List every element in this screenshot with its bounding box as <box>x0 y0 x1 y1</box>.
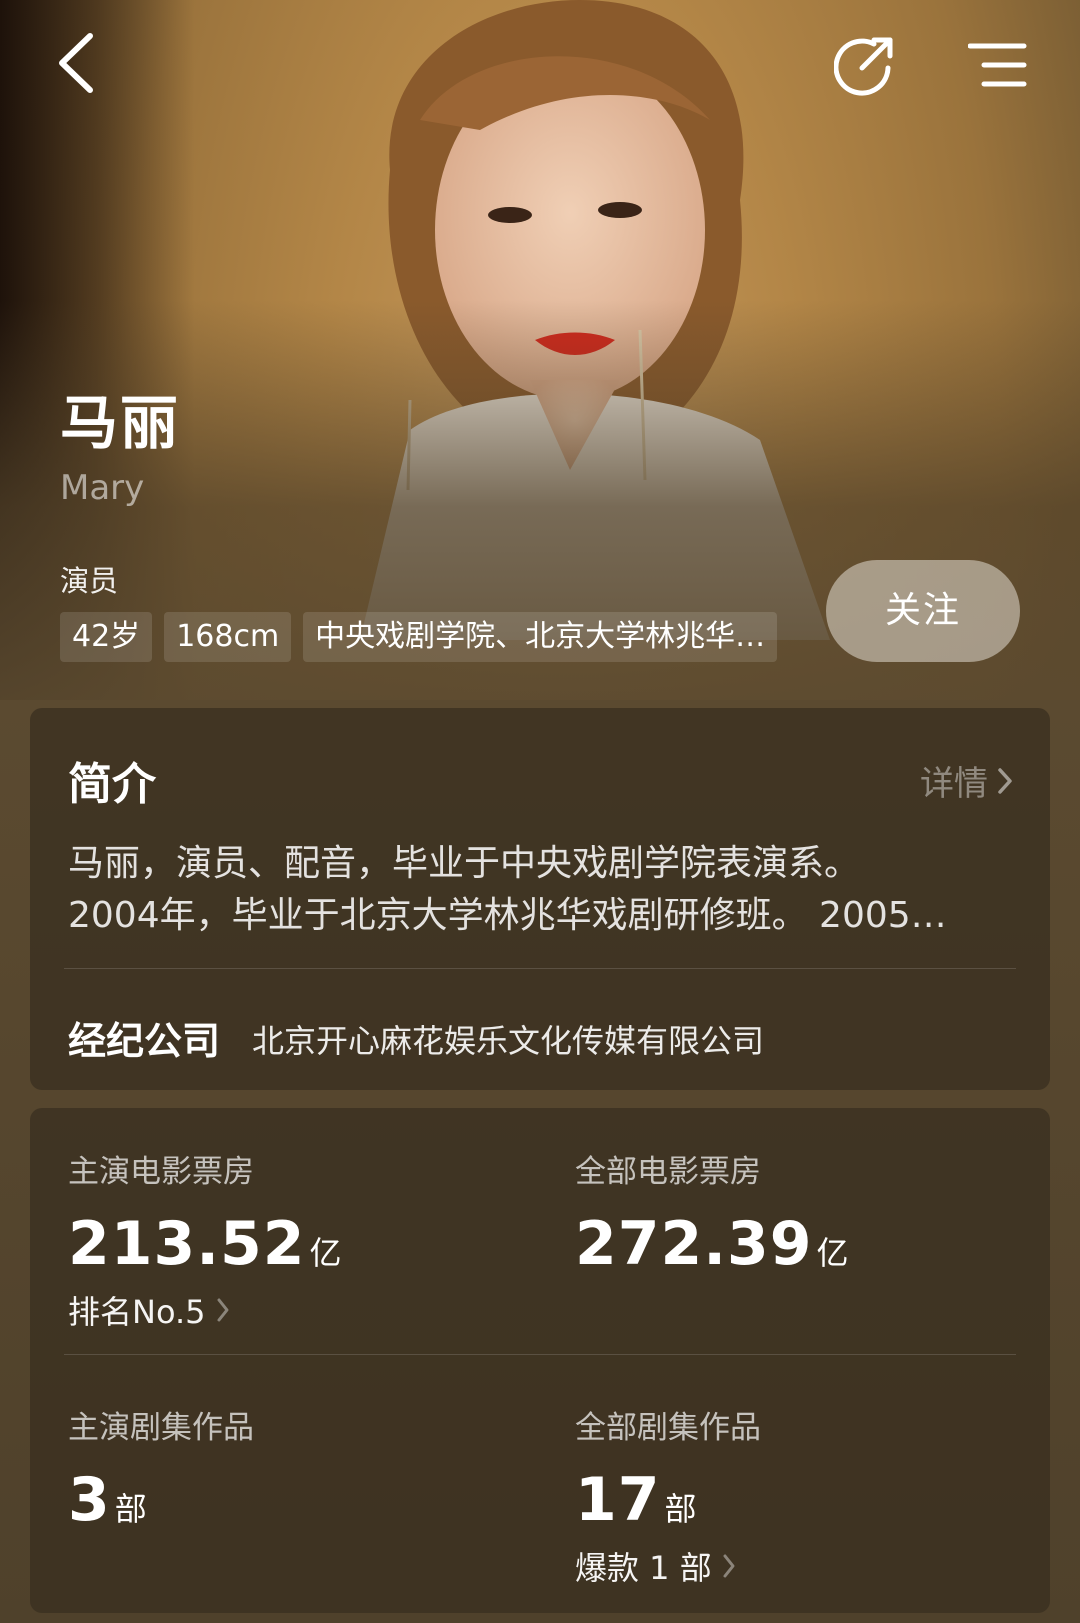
intro-text-line: 2004年，毕业于北京大学林兆华戏剧研修班。 2005… <box>68 895 947 936</box>
hero-fade <box>0 300 1080 760</box>
hit-series-link[interactable]: 爆款 1 部 <box>575 1543 761 1589</box>
stat-label: 主演电影票房 <box>68 1154 254 1190</box>
stat-unit: 部 <box>664 1490 697 1528</box>
stat-unit: 亿 <box>309 1234 342 1272</box>
intro-details-link[interactable]: 详情 <box>920 756 1014 805</box>
stat-label: 全部电影票房 <box>575 1154 761 1190</box>
total-box-office-stat[interactable]: 全部电影票房 272.39 亿 <box>575 1146 849 1279</box>
chevron-right-icon <box>217 1298 228 1322</box>
actor-name: 马丽 <box>60 389 181 457</box>
stat-label: 主演剧集作品 <box>68 1410 254 1446</box>
intro-text[interactable]: 马丽，演员、配音，毕业于中央戏剧学院表演系。 2004年，毕业于北京大学林兆华戏… <box>68 838 1008 942</box>
actor-english-name: Mary <box>60 468 145 508</box>
chevron-right-icon <box>998 767 1012 794</box>
divider <box>64 1354 1016 1355</box>
menu-icon[interactable] <box>968 40 1028 90</box>
stat-unit: 部 <box>114 1490 147 1528</box>
divider <box>64 968 1016 969</box>
stat-value: 17 <box>575 1465 661 1535</box>
actor-role: 演员 <box>60 564 119 598</box>
agency-label: 经纪公司 <box>68 1019 221 1063</box>
age-tag: 42岁 <box>60 612 153 662</box>
stat-unit: 亿 <box>816 1234 849 1272</box>
school-tag[interactable]: 中央戏剧学院、北京大学林兆华… <box>303 612 778 662</box>
ranking-link[interactable]: 排名No.5 <box>68 1287 342 1333</box>
chevron-right-icon <box>723 1554 735 1578</box>
stat-label: 全部剧集作品 <box>575 1410 761 1446</box>
share-icon[interactable] <box>834 34 896 96</box>
stats-card: 主演电影票房 213.52 亿 排名No.5 全部电影票房 272.39 亿 主… <box>30 1108 1050 1613</box>
stat-value: 3 <box>68 1465 111 1535</box>
intro-details-label: 详情 <box>920 764 988 804</box>
intro-title: 简介 <box>68 759 156 810</box>
hit-series-label: 爆款 1 部 <box>575 1549 712 1587</box>
height-tag: 168cm <box>164 612 292 662</box>
intro-text-line: 马丽，演员、配音，毕业于中央戏剧学院表演系。 <box>68 843 861 884</box>
lead-series-stat[interactable]: 主演剧集作品 3 部 <box>68 1402 254 1535</box>
lead-box-office-stat[interactable]: 主演电影票房 213.52 亿 排名No.5 <box>68 1146 342 1333</box>
follow-button[interactable]: 关注 <box>826 560 1020 662</box>
total-series-stat[interactable]: 全部剧集作品 17 部 爆款 1 部 <box>575 1402 761 1589</box>
agency-value[interactable]: 北京开心麻花娱乐文化传媒有限公司 <box>252 1016 764 1062</box>
stat-value: 213.52 <box>68 1209 306 1279</box>
back-arrow-icon[interactable] <box>50 30 100 96</box>
profile-tags: 42岁 168cm 中央戏剧学院、北京大学林兆华… <box>60 612 778 662</box>
stat-value: 272.39 <box>575 1209 813 1279</box>
ranking-label: 排名No.5 <box>68 1293 206 1331</box>
intro-card: 简介 详情 马丽，演员、配音，毕业于中央戏剧学院表演系。 2004年，毕业于北京… <box>30 708 1050 1090</box>
